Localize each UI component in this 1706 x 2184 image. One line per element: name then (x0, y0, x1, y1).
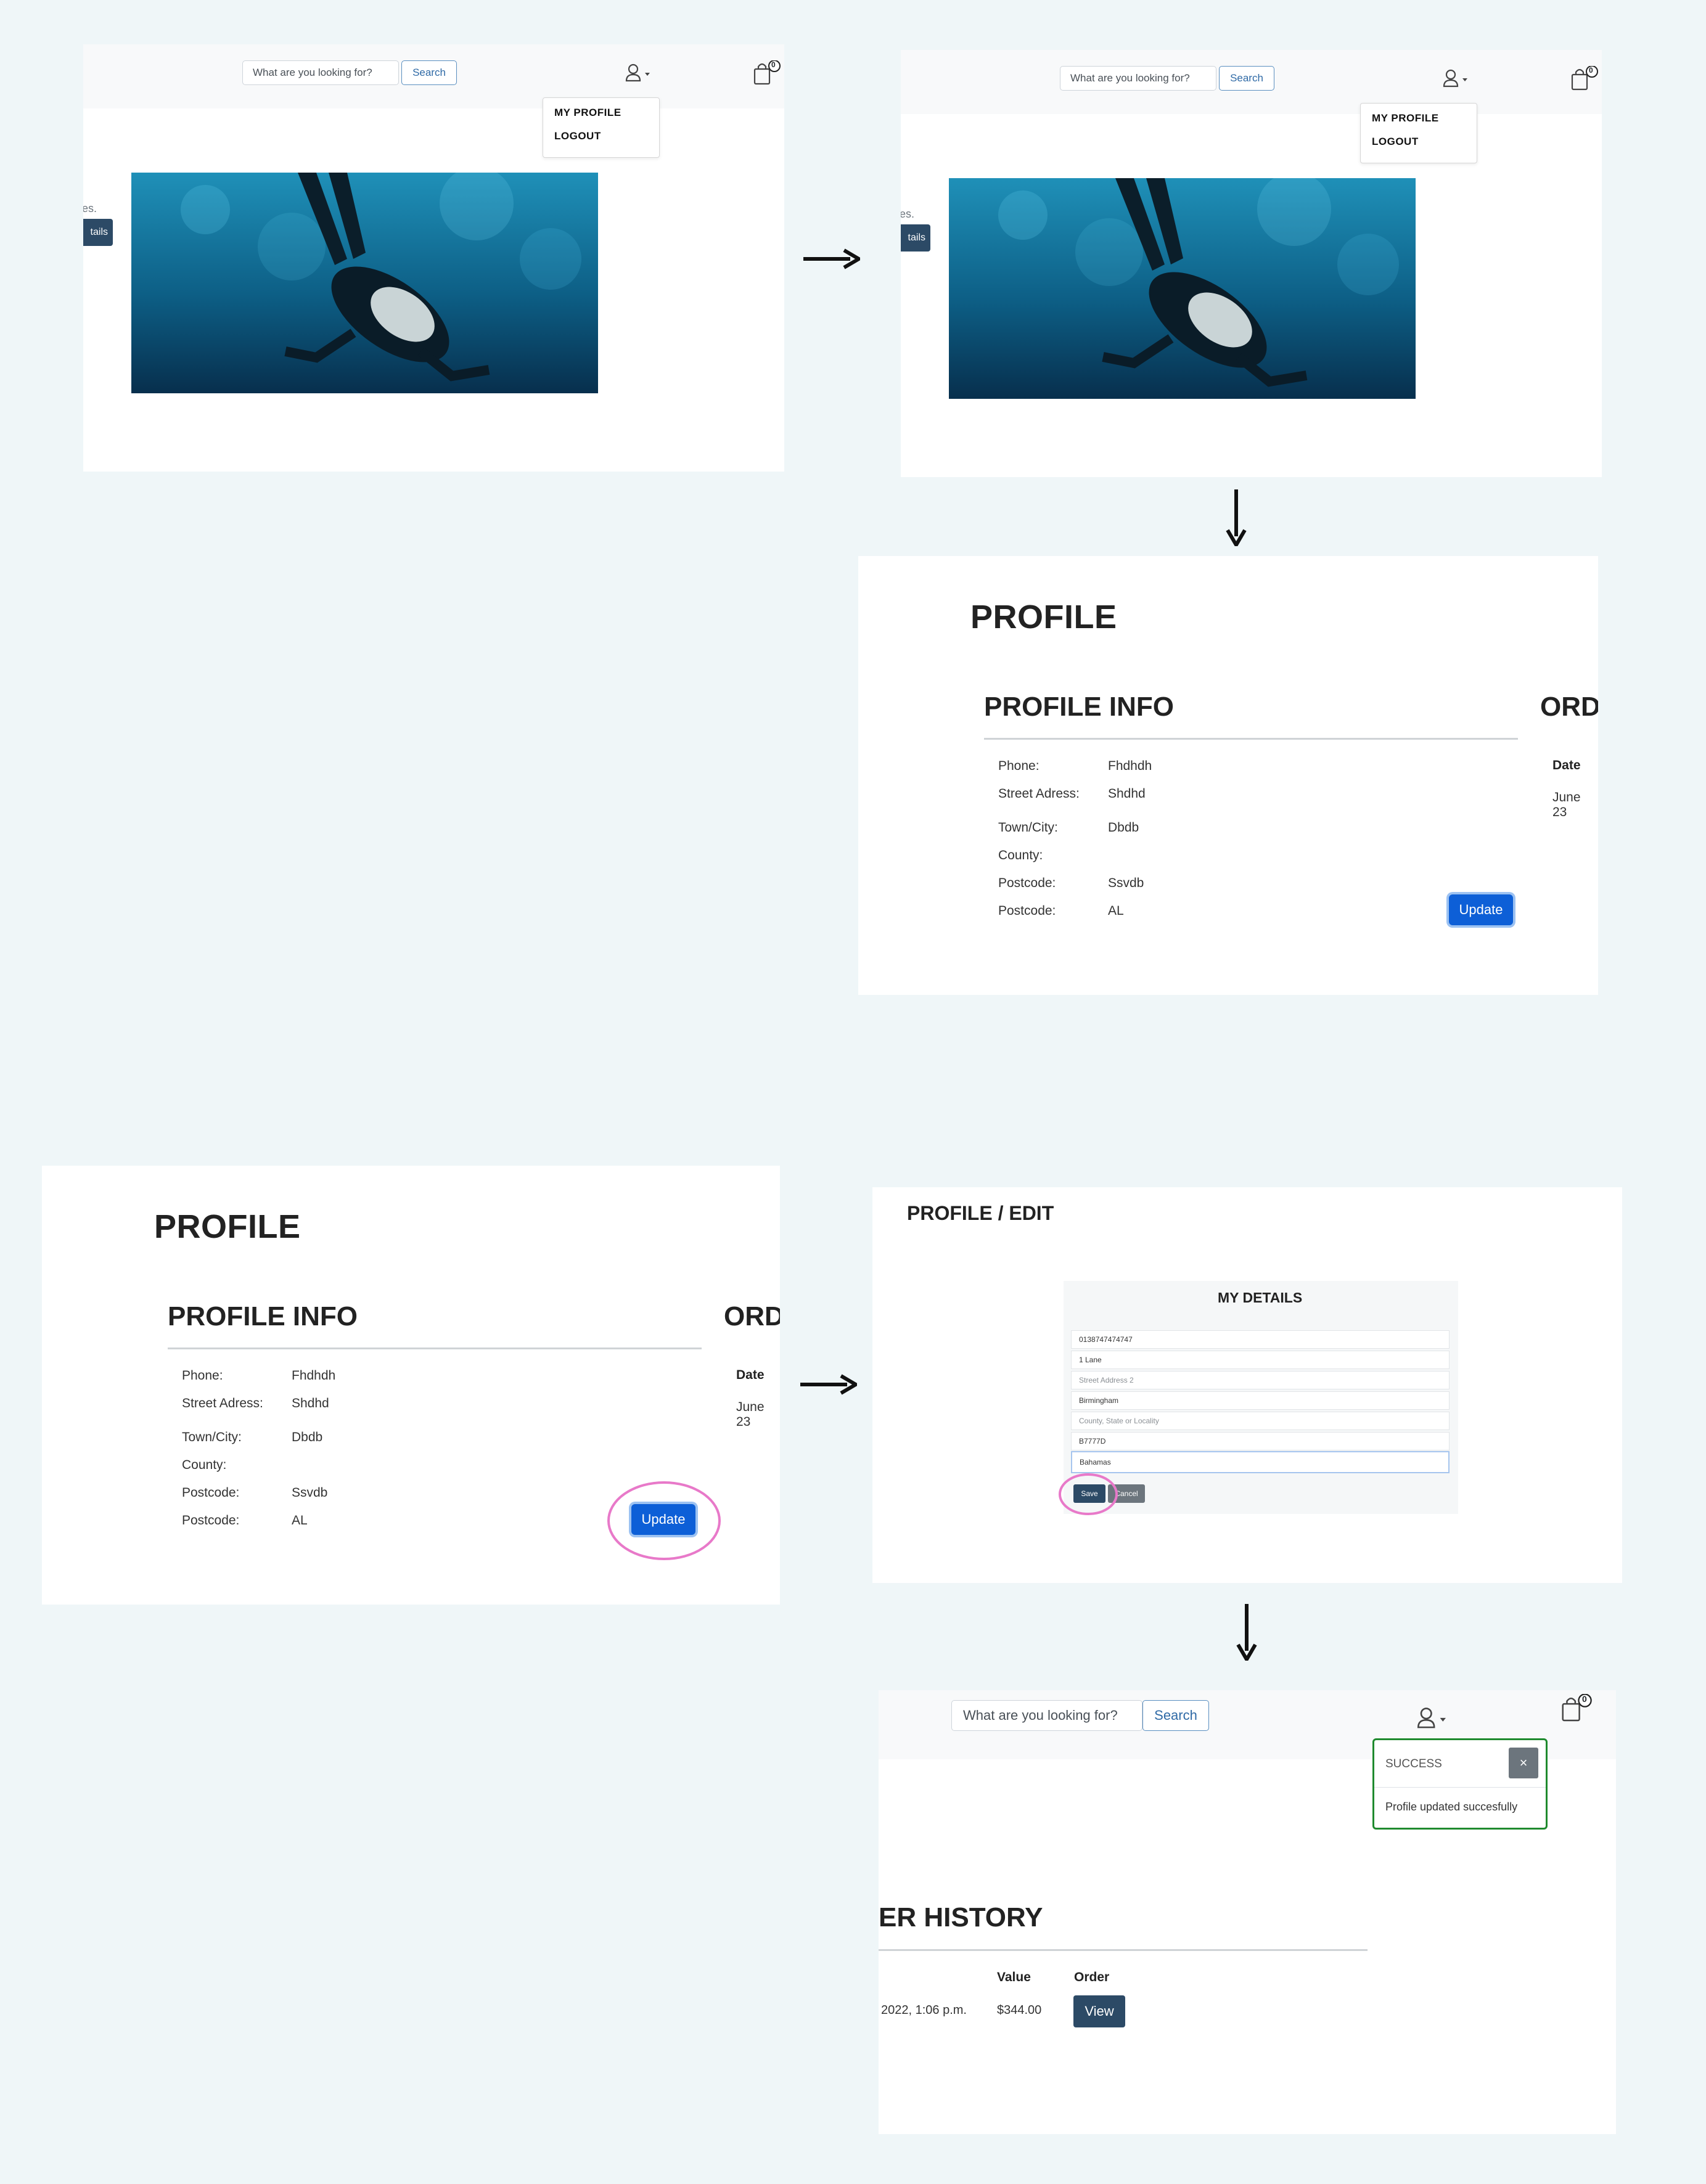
search-button[interactable]: Search (401, 60, 457, 85)
divider (168, 1348, 702, 1349)
flow-arrow-down-2 (1236, 1604, 1257, 1661)
user-dropdown-menu: MY PROFILE LOGOUT (543, 97, 660, 158)
field-value-postcode: Ssvdb (292, 1486, 328, 1500)
details-button[interactable]: tails (901, 224, 930, 252)
search-input[interactable]: What are you looking for? (951, 1700, 1142, 1731)
street-address-1-field[interactable]: 1 Lane (1071, 1351, 1450, 1369)
flow-arrow-right-1 (803, 248, 860, 269)
form-title: MY DETAILS (1218, 1290, 1303, 1306)
flow-arrow-right-2 (800, 1374, 857, 1395)
divider (984, 738, 1518, 740)
hero-image-diver (131, 173, 598, 393)
user-dropdown-menu: MY PROFILE LOGOUT (1360, 103, 1477, 163)
profile-info-title: PROFILE INFO (168, 1301, 358, 1331)
screenshot-profile-edit: PROFILE / EDIT MY DETAILS 0138747474747 … (872, 1187, 1622, 1583)
value-column-header: Value (997, 1970, 1031, 1984)
search-input[interactable]: What are you looking for? (1060, 66, 1216, 91)
orders-date-header: Date (736, 1368, 765, 1382)
field-value-postcode: Ssvdb (1108, 876, 1144, 890)
cart-icon[interactable]: 0 (751, 59, 782, 86)
screenshot-profile-1: PROFILE PROFILE INFO ORD Date June 23 Ph… (858, 556, 1598, 995)
field-label-postcode-2: Postcode: (998, 904, 1056, 918)
user-menu-icon[interactable] (625, 63, 654, 84)
field-label-postcode: Postcode: (998, 876, 1056, 890)
cart-icon[interactable]: 0 (1569, 65, 1599, 92)
country-field[interactable]: Bahamas (1071, 1451, 1450, 1473)
search-button[interactable]: Search (1142, 1700, 1209, 1731)
field-value-phone: Fhdhdh (1108, 759, 1152, 773)
menu-item-my-profile[interactable]: MY PROFILE (554, 107, 621, 119)
view-order-button[interactable]: View (1073, 1995, 1125, 2027)
cart-count-badge: 0 (1589, 66, 1593, 75)
field-value-town: Dbdb (1108, 820, 1139, 835)
screenshot-profile-2: PROFILE PROFILE INFO ORD Date June 23 Ph… (42, 1166, 780, 1605)
orders-title-fragment: ORD (724, 1301, 780, 1331)
screenshot-profile-updated: What are you looking for? Search 0 SUCCE… (879, 1690, 1616, 2134)
phone-field[interactable]: 0138747474747 (1071, 1330, 1450, 1349)
field-label-postcode: Postcode: (182, 1486, 240, 1500)
divider (879, 1949, 1368, 1951)
town-city-field[interactable]: Birmingham (1071, 1391, 1450, 1410)
field-label-street: Street Adress: (998, 787, 1080, 801)
field-value-phone: Fhdhdh (292, 1368, 336, 1383)
field-value-town: Dbdb (292, 1430, 323, 1444)
orders-date-value: June 23 (1552, 790, 1581, 819)
menu-item-my-profile[interactable]: MY PROFILE (1372, 112, 1439, 125)
toast-title: SUCCESS (1385, 1757, 1442, 1770)
field-value-postcode-2: AL (292, 1513, 308, 1528)
success-toast: SUCCESS × Profile updated succesfully (1372, 1738, 1548, 1830)
user-menu-icon[interactable] (1442, 68, 1472, 89)
county-field[interactable]: County, State or Locality (1071, 1412, 1450, 1430)
page-title: PROFILE (970, 599, 1117, 636)
order-date: 2022, 1:06 p.m. (881, 2003, 967, 2017)
user-menu-icon[interactable] (1415, 1706, 1452, 1731)
order-history-title: ER HISTORY (879, 1902, 1043, 1932)
highlight-circle (1059, 1473, 1118, 1515)
screenshot-home-menu-1: What are you looking for? Search 0 MY PR… (83, 44, 784, 472)
field-value-postcode-2: AL (1108, 904, 1124, 918)
update-button[interactable]: Update (1449, 894, 1513, 925)
orders-title-fragment: ORD (1540, 692, 1598, 722)
toast-divider (1374, 1787, 1546, 1788)
field-value-street: Shdhd (292, 1396, 329, 1410)
menu-item-logout[interactable]: LOGOUT (1372, 136, 1419, 148)
screenshot-home-menu-2: What are you looking for? Search 0 MY PR… (901, 50, 1602, 477)
field-label-phone: Phone: (182, 1368, 223, 1383)
field-label-street: Street Adress: (182, 1396, 263, 1410)
field-value-street: Shdhd (1108, 787, 1146, 801)
cart-count-badge: 0 (771, 60, 776, 69)
hero-text-fragment: es. (83, 202, 97, 215)
search-input[interactable]: What are you looking for? (242, 60, 399, 85)
highlight-circle (607, 1481, 721, 1560)
menu-item-logout[interactable]: LOGOUT (554, 130, 601, 142)
hero-image-diver (949, 178, 1416, 399)
search-button[interactable]: Search (1219, 66, 1274, 91)
order-column-header: Order (1074, 1970, 1110, 1984)
cart-count-badge: 0 (1582, 1694, 1587, 1704)
toast-close-button[interactable]: × (1509, 1748, 1538, 1778)
hero-text-fragment: es. (901, 208, 915, 220)
field-label-county: County: (998, 848, 1043, 862)
page-title: PROFILE (154, 1208, 301, 1245)
field-label-town: Town/City: (998, 820, 1058, 835)
field-label-phone: Phone: (998, 759, 1040, 773)
toast-message: Profile updated succesfully (1385, 1801, 1518, 1813)
profile-info-title: PROFILE INFO (984, 692, 1174, 722)
flow-arrow-down-1 (1226, 489, 1247, 546)
orders-date-value: June 23 (736, 1400, 765, 1429)
field-label-town: Town/City: (182, 1430, 242, 1444)
postcode-field[interactable]: B7777D (1071, 1432, 1450, 1450)
details-button[interactable]: tails (83, 219, 113, 246)
field-label-county: County: (182, 1458, 227, 1472)
edit-page-title: PROFILE / EDIT (907, 1202, 1054, 1224)
orders-date-header: Date (1552, 758, 1581, 772)
cart-icon[interactable]: 0 (1559, 1693, 1593, 1724)
field-label-postcode-2: Postcode: (182, 1513, 240, 1528)
street-address-2-field[interactable]: Street Address 2 (1071, 1371, 1450, 1389)
order-value: $344.00 (997, 2003, 1042, 2017)
